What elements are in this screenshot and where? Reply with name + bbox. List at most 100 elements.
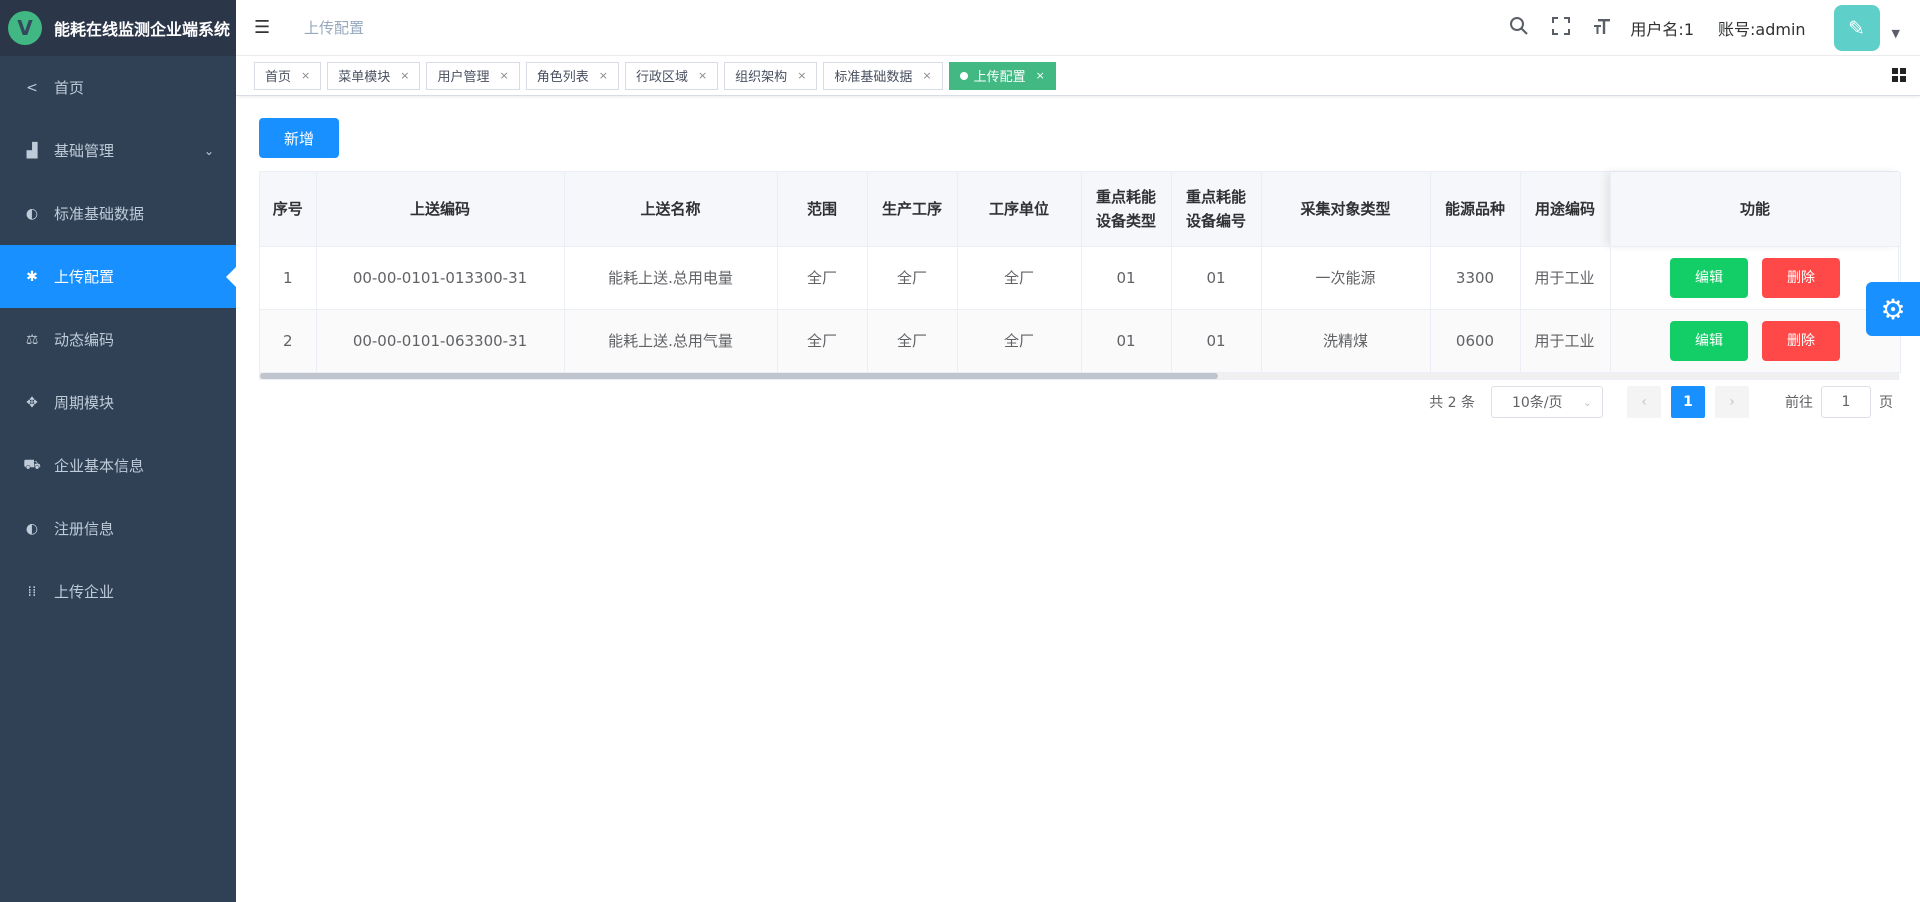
logo-area: V 能耗在线监测企业端系统 — [0, 0, 236, 56]
table-row: 1 00-00-0101-013300-31 能耗上送.总用电量 全厂 全厂 全… — [260, 246, 1901, 310]
cell-actions: 编辑 删除 — [1610, 246, 1901, 310]
sidebar-item-upload-company[interactable]: ⁞⁞ 上传企业 — [0, 560, 236, 623]
sidebar-item-label: 注册信息 — [54, 520, 115, 538]
close-icon[interactable]: × — [922, 69, 931, 82]
header-line: 重点耗能 — [1185, 187, 1246, 206]
chevron-down-icon: ⌄ — [203, 143, 214, 158]
font-size-icon[interactable] — [1582, 16, 1624, 41]
sidebar-item-home[interactable]: < 首页 — [0, 56, 236, 119]
edit-button[interactable]: 编辑 — [1670, 257, 1748, 298]
close-icon[interactable]: × — [499, 69, 508, 82]
tag-upload-config[interactable]: 上传配置 × — [948, 61, 1056, 90]
tag-admin-region[interactable]: 行政区域 × — [624, 61, 719, 90]
header-line: 重点耗能 — [1095, 187, 1156, 206]
table-header-row: 序号 上送编码 上送名称 范围 生产工序 工序单位 重点耗能 设备类型 重点耗能设… — [260, 172, 1901, 247]
tag-label: 上传配置 — [973, 70, 1026, 85]
sidebar-item-registration[interactable]: ◐ 注册信息 — [0, 497, 236, 560]
cell-device-type: 01 — [1081, 246, 1172, 310]
scrollbar-thumb[interactable] — [260, 372, 1218, 379]
sidebar-item-dynamic-code[interactable]: ⚖ 动态编码 — [0, 308, 236, 371]
edit-button[interactable]: 编辑 — [1670, 320, 1748, 361]
tag-role-list[interactable]: 角色列表 × — [525, 61, 619, 90]
col-header-code: 上送编码 — [316, 172, 565, 247]
car-icon: ⛟ — [23, 456, 41, 473]
goto-page-input[interactable] — [1821, 386, 1871, 418]
page-size-select[interactable]: 10条/页 ⌄ — [1491, 386, 1603, 418]
cell-scope: 全厂 — [777, 246, 868, 310]
close-icon[interactable]: × — [797, 69, 806, 82]
close-icon[interactable]: × — [400, 69, 409, 82]
add-button[interactable]: 新增 — [259, 118, 339, 158]
chevron-down-icon: ⌄ — [1582, 395, 1592, 409]
pagination: 共 2 条 10条/页 ⌄ ‹ 1 › 前往 页 — [1429, 386, 1893, 418]
breadcrumb: 上传配置 — [304, 19, 365, 37]
cell-code: 00-00-0101-013300-31 — [316, 246, 565, 310]
tag-standard-data[interactable]: 标准基础数据 × — [823, 61, 943, 90]
sidebar-item-basic-management[interactable]: ▟ 基础管理 ⌄ — [0, 119, 236, 182]
tag-user-management[interactable]: 用户管理 × — [426, 61, 520, 90]
search-icon[interactable] — [1498, 16, 1540, 41]
col-header-process: 生产工序 — [867, 172, 958, 247]
cell-object-type: 一次能源 — [1261, 246, 1431, 310]
sidebar-item-label: 上传企业 — [54, 583, 115, 601]
cell-unit: 全厂 — [957, 309, 1082, 373]
cell-device-no: 01 — [1171, 309, 1262, 373]
move-icon: ✥ — [26, 394, 38, 411]
tag-label: 标准基础数据 — [834, 70, 913, 85]
col-header-index: 序号 — [260, 172, 317, 247]
avatar[interactable]: ✎ — [1833, 5, 1880, 51]
sidebar-item-company-info[interactable]: ⛟ 企业基本信息 — [0, 434, 236, 497]
sidebar-item-upload-config[interactable]: ✱ 上传配置 — [0, 245, 236, 308]
sidebar: V 能耗在线监测企业端系统 < 首页 ▟ 基础管理 ⌄ ◐ 标准基础数据 ✱ 上… — [0, 0, 236, 902]
page-number-current[interactable]: 1 — [1671, 386, 1705, 418]
account-label: 账号:admin — [1718, 20, 1806, 39]
area-chart-icon: ▟ — [26, 142, 38, 159]
close-icon[interactable]: × — [599, 69, 608, 82]
username-label: 用户名:1 — [1630, 20, 1694, 39]
tag-org-structure[interactable]: 组织架构 × — [724, 61, 818, 90]
tag-home[interactable]: 首页 × — [254, 61, 322, 90]
cell-process: 全厂 — [867, 246, 958, 310]
caret-down-icon[interactable]: ▼ — [1892, 27, 1900, 40]
tag-menu-module[interactable]: 菜单模块 × — [327, 61, 421, 90]
active-dot-icon — [959, 71, 968, 80]
tag-label: 组织架构 — [735, 70, 788, 85]
cell-device-type: 01 — [1081, 309, 1172, 373]
cell-usage: 用于工业 — [1520, 246, 1611, 310]
cell-code: 00-00-0101-063300-31 — [316, 309, 565, 373]
settings-gear-icon[interactable]: ⚙ — [1866, 282, 1920, 336]
sidebar-item-cycle-module[interactable]: ✥ 周期模块 — [0, 371, 236, 434]
table-row: 2 00-00-0101-063300-31 能耗上送.总用气量 全厂 全厂 全… — [260, 309, 1901, 373]
hamburger-icon[interactable]: ☰ — [254, 17, 274, 38]
delete-button[interactable]: 删除 — [1762, 320, 1840, 361]
col-header-scope: 范围 — [777, 172, 868, 247]
col-header-object-type: 采集对象类型 — [1261, 172, 1431, 247]
navbar-right: 用户名:1 账号:admin ✎ ▼ — [1498, 0, 1920, 56]
fullscreen-icon[interactable] — [1540, 16, 1582, 41]
close-icon[interactable]: × — [698, 69, 707, 82]
col-header-usage: 用途编码 — [1520, 172, 1611, 247]
asterisk-icon: ✱ — [26, 268, 38, 285]
horizontal-scrollbar[interactable] — [260, 372, 1898, 379]
scale-icon: ⚖ — [25, 331, 39, 348]
goto-page: 前往 页 — [1785, 386, 1893, 418]
close-icon[interactable]: × — [1036, 69, 1045, 82]
header-line: 设备编号 — [1185, 211, 1246, 230]
close-icon[interactable]: × — [301, 69, 310, 82]
tag-label: 用户管理 — [437, 70, 490, 85]
app-title: 能耗在线监测企业端系统 — [54, 20, 231, 39]
delete-button[interactable]: 删除 — [1762, 257, 1840, 298]
prev-page-button[interactable]: ‹ — [1627, 386, 1661, 418]
cell-process: 全厂 — [867, 309, 958, 373]
cell-index: 1 — [260, 246, 317, 310]
header-line: 设备类型 — [1095, 211, 1156, 230]
grid-menu-icon[interactable] — [1892, 68, 1906, 86]
goto-label: 前往 — [1785, 395, 1813, 411]
next-page-button[interactable]: › — [1715, 386, 1749, 418]
goto-suffix: 页 — [1879, 395, 1893, 411]
sidebar-item-standard-data[interactable]: ◐ 标准基础数据 — [0, 182, 236, 245]
data-table: 序号 上送编码 上送名称 范围 生产工序 工序单位 重点耗能 设备类型 重点耗能设… — [259, 171, 1901, 380]
col-header-unit: 工序单位 — [957, 172, 1082, 247]
page-size-value: 10条/页 — [1512, 395, 1563, 411]
main-content: 新增 序号 上送编码 上送名称 范围 生产工序 工序单位 重点耗能 设备类型 重点… — [236, 97, 1920, 902]
